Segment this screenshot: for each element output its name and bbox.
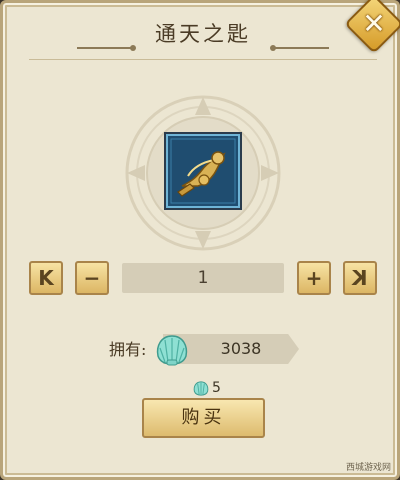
quantity-max-button[interactable]: K xyxy=(343,261,377,295)
title-ornament-right xyxy=(270,45,329,51)
dialog-title: 通天之匙 xyxy=(155,22,251,46)
quantity-min-button[interactable]: K xyxy=(29,261,63,295)
title-ornament-left xyxy=(77,45,136,51)
golden-horn-key-icon xyxy=(168,136,238,206)
quantity-input[interactable]: 1 xyxy=(122,263,284,293)
close-icon: ✕ xyxy=(362,6,386,40)
plus-icon: + xyxy=(305,266,323,290)
shell-icon xyxy=(156,335,188,366)
item-icon-frame[interactable] xyxy=(166,134,240,208)
title-divider xyxy=(29,59,377,60)
watermark-text: 西城游戏网 xyxy=(345,463,391,473)
minus-icon: − xyxy=(83,266,101,290)
quantity-decrease-button[interactable]: − xyxy=(75,261,109,295)
dialog-header: 通天之匙 xyxy=(3,17,400,51)
purchase-dialog: 通天之匙 ✕ K − 1 + K 拥有: 3038 5 购买 西城游戏网 xyxy=(0,0,400,480)
quantity-increase-button[interactable]: + xyxy=(297,261,331,295)
price-amount: 5 xyxy=(212,380,221,396)
buy-button[interactable]: 购买 xyxy=(142,398,265,438)
skip-last-icon: K xyxy=(352,266,368,290)
skip-first-icon: K xyxy=(38,266,54,290)
owned-label: 拥有: xyxy=(109,340,147,359)
shell-icon xyxy=(193,381,209,396)
